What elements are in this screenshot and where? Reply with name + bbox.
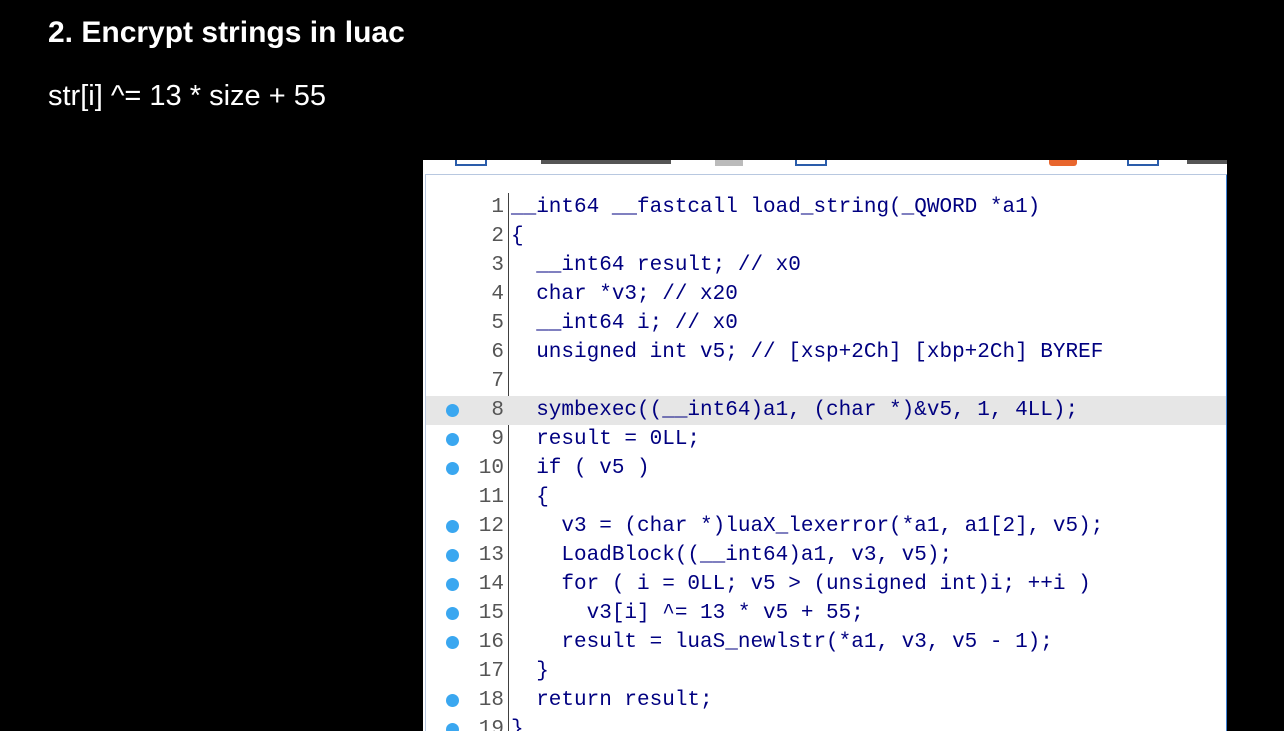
code-line[interactable]: 17 } [426, 657, 1226, 686]
code-line[interactable]: 14 for ( i = 0LL; v5 > (unsigned int)i; … [426, 570, 1226, 599]
line-number: 7 [491, 370, 504, 393]
code-line[interactable]: 11 { [426, 483, 1226, 512]
line-number: 17 [478, 660, 504, 683]
breakpoint-dot-icon[interactable] [446, 578, 459, 591]
code-line[interactable]: 8 symbexec((__int64)a1, (char *)&v5, 1, … [426, 396, 1226, 425]
code-line[interactable]: 12 v3 = (char *)luaX_lexerror(*a1, a1[2]… [426, 512, 1226, 541]
code-line[interactable]: 16 result = luaS_newlstr(*a1, v3, v5 - 1… [426, 628, 1226, 657]
code-text[interactable]: symbexec((__int64)a1, (char *)&v5, 1, 4L… [511, 396, 1078, 425]
code-text[interactable]: } [511, 657, 549, 686]
tab-icon[interactable] [1127, 160, 1159, 166]
code-line[interactable]: 13 LoadBlock((__int64)a1, v3, v5); [426, 541, 1226, 570]
tab-icon[interactable] [795, 160, 827, 166]
code-text[interactable]: unsigned int v5; // [xsp+2Ch] [xbp+2Ch] … [511, 338, 1103, 367]
code-line[interactable]: 1 __int64 __fastcall load_string(_QWORD *… [426, 193, 1226, 222]
line-number: 13 [478, 544, 504, 567]
tab-strip[interactable] [423, 160, 1227, 172]
code-text[interactable]: result = 0LL; [511, 425, 700, 454]
code-line[interactable]: 5 __int64 i; // x0 [426, 309, 1226, 338]
code-text[interactable]: __int64 result; // x0 [511, 251, 801, 280]
code-text[interactable]: } [511, 715, 524, 731]
code-line[interactable]: 3 __int64 result; // x0 [426, 251, 1226, 280]
code-line[interactable]: 6 unsigned int v5; // [xsp+2Ch] [xbp+2Ch… [426, 338, 1226, 367]
line-number: 14 [478, 573, 504, 596]
breakpoint-dot-icon[interactable] [446, 462, 459, 475]
tab-label-cut[interactable] [541, 160, 671, 164]
code-line[interactable]: 18 return result; [426, 686, 1226, 715]
line-number: 5 [491, 312, 504, 335]
slide-title: 2. Encrypt strings in luac [48, 16, 405, 49]
code-text[interactable]: v3[i] ^= 13 * v5 + 55; [511, 599, 864, 628]
code-text[interactable]: return result; [511, 686, 712, 715]
line-number: 8 [491, 399, 504, 422]
pseudocode-window: 1 __int64 __fastcall load_string(_QWORD *… [423, 160, 1227, 731]
line-number: 3 [491, 254, 504, 277]
line-number: 19 [478, 718, 504, 731]
code-text[interactable]: LoadBlock((__int64)a1, v3, v5); [511, 541, 952, 570]
code-line[interactable]: 2{ [426, 222, 1226, 251]
breakpoint-dot-icon[interactable] [446, 520, 459, 533]
code-line[interactable]: 10 if ( v5 ) [426, 454, 1226, 483]
tab-label-cut[interactable] [1187, 160, 1227, 164]
breakpoint-dot-icon[interactable] [446, 694, 459, 707]
code-text[interactable]: result = luaS_newlstr(*a1, v3, v5 - 1); [511, 628, 1052, 657]
breakpoint-dot-icon[interactable] [446, 549, 459, 562]
breakpoint-dot-icon[interactable] [446, 404, 459, 417]
line-number: 6 [491, 341, 504, 364]
line-number: 9 [491, 428, 504, 451]
code-line[interactable]: 9 result = 0LL; [426, 425, 1226, 454]
tab-close-icon[interactable] [1049, 160, 1077, 166]
line-number: 11 [478, 486, 504, 509]
code-text[interactable]: char *v3; // x20 [511, 280, 738, 309]
code-line[interactable]: 19} [426, 715, 1226, 731]
breakpoint-dot-icon[interactable] [446, 607, 459, 620]
line-number: 2 [491, 225, 504, 248]
breakpoint-dot-icon[interactable] [446, 723, 459, 731]
line-number: 16 [478, 631, 504, 654]
code-editor[interactable]: 1 __int64 __fastcall load_string(_QWORD *… [425, 174, 1227, 731]
code-text[interactable]: __int64 __fastcall load_string(_QWORD *a… [511, 193, 1040, 222]
line-number: 1 [491, 196, 504, 219]
code-text[interactable]: { [511, 222, 524, 251]
code-text[interactable]: __int64 i; // x0 [511, 309, 738, 338]
breakpoint-dot-icon[interactable] [446, 433, 459, 446]
code-text[interactable]: if ( v5 ) [511, 454, 649, 483]
code-line[interactable]: 15 v3[i] ^= 13 * v5 + 55; [426, 599, 1226, 628]
code-text[interactable]: v3 = (char *)luaX_lexerror(*a1, a1[2], v… [511, 512, 1103, 541]
line-number: 15 [478, 602, 504, 625]
code-text[interactable]: for ( i = 0LL; v5 > (unsigned int)i; ++i… [511, 570, 1090, 599]
breakpoint-dot-icon[interactable] [446, 636, 459, 649]
code-text[interactable]: { [511, 483, 549, 512]
code-line[interactable]: 7 [426, 367, 1226, 396]
line-number: 12 [478, 515, 504, 538]
tab-icon[interactable] [455, 160, 487, 166]
line-number: 18 [478, 689, 504, 712]
code-line[interactable]: 4 char *v3; // x20 [426, 280, 1226, 309]
tab-close-icon[interactable] [715, 160, 743, 166]
line-number: 4 [491, 283, 504, 306]
slide-formula: str[i] ^= 13 * size + 55 [48, 80, 326, 112]
code-area[interactable]: 1 __int64 __fastcall load_string(_QWORD *… [426, 193, 1226, 731]
line-number: 10 [478, 457, 504, 480]
